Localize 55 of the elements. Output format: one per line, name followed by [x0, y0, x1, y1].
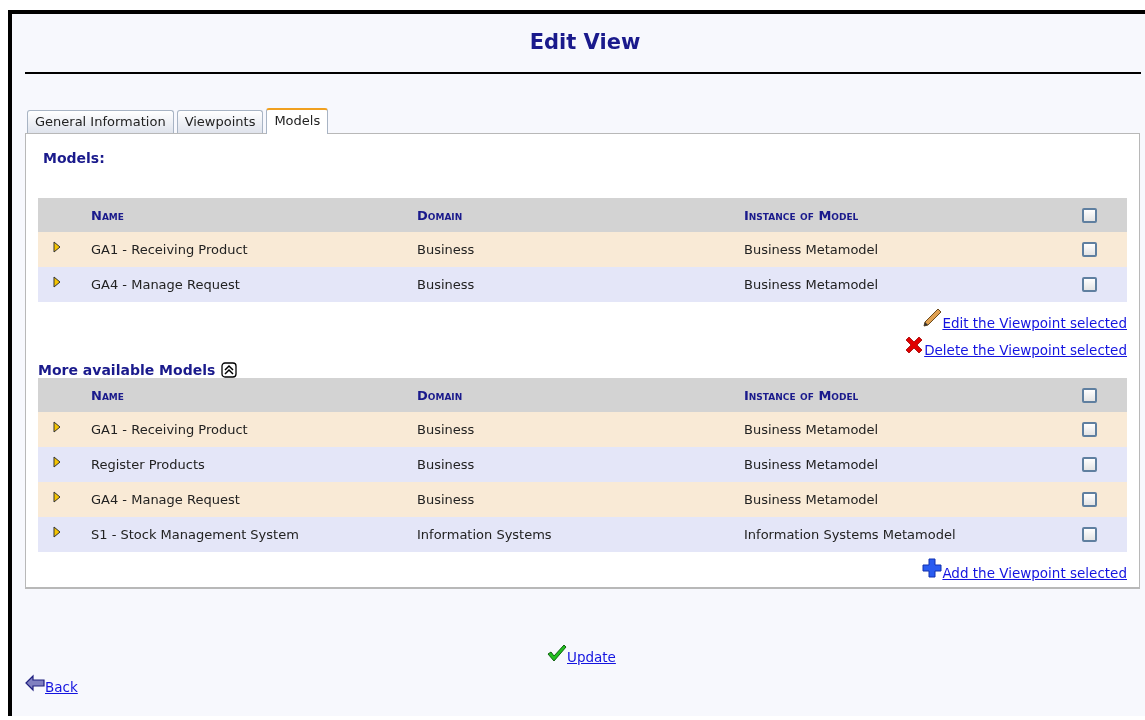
section-heading: Models: — [43, 150, 105, 166]
table-cell: GA4 - Manage Request — [91, 277, 240, 292]
tab[interactable]: Viewpoints — [176, 110, 264, 133]
table-cell: Business Metamodel — [744, 422, 879, 437]
expand-arrow-icon[interactable] — [53, 421, 61, 433]
column-header: Domain — [417, 207, 463, 223]
table-cell: GA4 - Manage Request — [91, 492, 240, 507]
table-cell: S1 - Stock Management System — [91, 527, 299, 542]
expand-arrow-icon[interactable] — [53, 456, 61, 468]
row-checkbox[interactable] — [1082, 422, 1097, 437]
row-checkbox[interactable] — [1082, 527, 1097, 542]
select-all-checkbox[interactable] — [1082, 207, 1097, 223]
expand-arrow-icon[interactable] — [53, 526, 61, 538]
update-link[interactable]: Update — [547, 644, 616, 665]
table-cell: Business — [417, 242, 475, 257]
expand-arrow-icon[interactable] — [53, 491, 61, 503]
table-cell: Business — [417, 457, 475, 472]
column-header: Instance of Model — [744, 207, 859, 223]
column-header: Domain — [417, 387, 463, 403]
table-cell: Business — [417, 277, 475, 292]
column-header: Instance of Model — [744, 387, 859, 403]
select-all-checkbox[interactable] — [1082, 387, 1097, 403]
row-checkbox[interactable] — [1082, 457, 1097, 472]
tab[interactable]: General Information — [27, 110, 174, 133]
table-cell: Information Systems — [417, 527, 552, 542]
tab[interactable]: Models — [266, 108, 329, 134]
edit-link[interactable]: Edit the Viewpoint selected — [922, 308, 1127, 331]
back-link[interactable]: Back — [25, 674, 78, 695]
table-cell: Business — [417, 422, 475, 437]
row-checkbox[interactable] — [1082, 277, 1097, 292]
section-heading: More available Models — [38, 362, 216, 378]
table-cell: Business Metamodel — [744, 277, 879, 292]
collapse-icon[interactable] — [221, 362, 238, 378]
add-link[interactable]: Add the Viewpoint selected — [922, 558, 1127, 581]
row-checkbox[interactable] — [1082, 242, 1097, 257]
table-cell: Business — [417, 492, 475, 507]
table-cell: Register Products — [91, 457, 205, 472]
delete-link[interactable]: Delete the Viewpoint selected — [904, 335, 1127, 358]
expand-arrow-icon[interactable] — [53, 276, 61, 288]
column-header: Name — [91, 387, 124, 403]
table-cell: Information Systems Metamodel — [744, 527, 956, 542]
pencil-icon — [922, 308, 943, 328]
table-cell: Business Metamodel — [744, 457, 879, 472]
column-header: Name — [91, 207, 124, 223]
row-checkbox[interactable] — [1082, 492, 1097, 507]
table-cell: Business Metamodel — [744, 242, 879, 257]
plus-icon — [922, 558, 943, 578]
table-cell: GA1 - Receiving Product — [91, 422, 248, 437]
back-arrow-icon — [25, 674, 45, 692]
expand-arrow-icon[interactable] — [53, 241, 61, 253]
checkmark-icon — [547, 644, 567, 662]
page-title: Edit View — [529, 30, 641, 54]
table-cell: GA1 - Receiving Product — [91, 242, 248, 257]
cross-icon — [904, 335, 925, 355]
table-cell: Business Metamodel — [744, 492, 879, 507]
